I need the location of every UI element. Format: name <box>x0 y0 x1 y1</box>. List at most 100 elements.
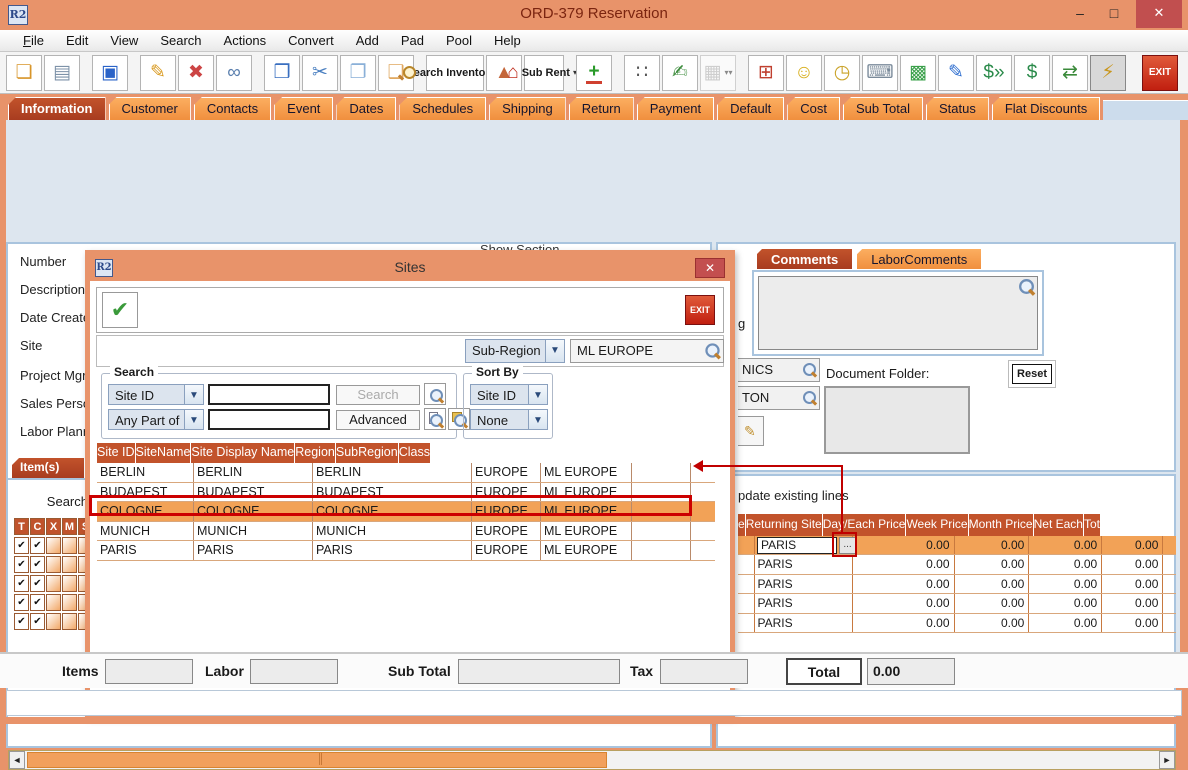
print-button[interactable]: ▤ <box>44 55 80 91</box>
edit-button[interactable]: ✎ <box>140 55 176 91</box>
magnifier-icon[interactable] <box>705 343 719 357</box>
checkbox-unchecked[interactable] <box>62 537 77 554</box>
comments-tab[interactable]: Comments <box>756 248 853 270</box>
main-tab[interactable]: Contacts <box>194 97 271 120</box>
menu-item[interactable]: Help <box>483 30 532 52</box>
folder-clock-button[interactable]: ◷ <box>824 55 860 91</box>
scroll-right-icon[interactable]: ► <box>1159 751 1175 769</box>
sort-primary-combo[interactable]: Site ID ▼ <box>470 384 548 405</box>
report-search-icon-button[interactable] <box>424 408 446 430</box>
exit-button[interactable]: EXIT <box>1142 55 1178 91</box>
accept-button[interactable]: ✔ <box>102 292 138 328</box>
menu-item[interactable]: Pad <box>390 30 435 52</box>
checkbox-unchecked[interactable] <box>46 575 61 592</box>
sub-rent-button[interactable]: ⌂Sub Rent▾▾ <box>524 55 564 91</box>
advanced-button[interactable]: Advanced <box>336 410 420 430</box>
main-tab[interactable]: Status <box>926 97 989 120</box>
magnifier-icon[interactable] <box>803 391 816 404</box>
smiley-button[interactable]: ☺ <box>786 55 822 91</box>
menu-item[interactable]: Edit <box>55 30 99 52</box>
menu-item[interactable]: Add <box>345 30 390 52</box>
checkbox-checked[interactable]: ✔ <box>14 613 29 630</box>
chevron-down-icon[interactable]: ▾▾ <box>724 69 732 76</box>
reset-button[interactable]: Reset <box>1012 364 1052 384</box>
paste-special-button[interactable]: ❒ <box>264 55 300 91</box>
search-value-input[interactable] <box>208 384 330 405</box>
advanced-value-input[interactable] <box>208 409 330 430</box>
sort-secondary-combo[interactable]: None ▼ <box>470 409 548 430</box>
checkbox-checked[interactable]: ✔ <box>14 556 29 573</box>
main-tab[interactable]: Dates <box>336 97 396 120</box>
keyboard-button[interactable]: ⌨ <box>862 55 898 91</box>
add-item-button[interactable]: + <box>576 55 612 91</box>
menu-item[interactable]: Search <box>149 30 212 52</box>
group-query-button[interactable]: ∷ <box>624 55 660 91</box>
journal-edit-button[interactable]: ✎ <box>938 55 974 91</box>
tab-items[interactable]: Item(s) <box>12 458 84 478</box>
dialog-close-button[interactable]: ✕ <box>695 258 725 278</box>
checkbox-checked[interactable]: ✔ <box>14 575 29 592</box>
main-tab[interactable]: Information <box>8 97 106 120</box>
main-tab[interactable]: Schedules <box>399 97 486 120</box>
checkbox-unchecked[interactable] <box>46 613 61 630</box>
checkbox-unchecked[interactable] <box>46 594 61 611</box>
comments-textarea[interactable] <box>758 276 1038 350</box>
magnifier-icon[interactable] <box>1019 279 1034 294</box>
lines-row[interactable]: PARIS 0.00 0.00 0.00 0.00 <box>738 614 1176 633</box>
checkbox-checked[interactable]: ✔ <box>30 537 45 554</box>
chevron-down-icon[interactable]: ▼ <box>184 409 204 430</box>
checkbox-unchecked[interactable] <box>46 556 61 573</box>
truck-button[interactable]: ⇄ <box>1052 55 1088 91</box>
minimize-button[interactable]: – <box>1066 0 1094 28</box>
lines-row[interactable]: PARIS 0.00 0.00 0.00 0.00 <box>738 555 1176 574</box>
main-tab[interactable]: Default <box>717 97 784 120</box>
comments-tab[interactable]: LaborComments <box>856 248 982 270</box>
blocks-button[interactable]: ▩ <box>900 55 936 91</box>
checkbox-checked[interactable]: ✔ <box>30 594 45 611</box>
dialog-exit-button[interactable]: EXIT <box>685 295 715 325</box>
menu-item[interactable]: View <box>99 30 149 52</box>
main-tab[interactable]: Customer <box>109 97 191 120</box>
checkbox-checked[interactable]: ✔ <box>14 537 29 554</box>
chevron-down-icon[interactable]: ▼ <box>528 409 548 430</box>
main-tab[interactable]: Event <box>274 97 333 120</box>
menu-item[interactable]: Actions <box>213 30 278 52</box>
checkbox-unchecked[interactable] <box>62 575 77 592</box>
checkbox-unchecked[interactable] <box>62 613 77 630</box>
search-button[interactable]: Search <box>336 385 420 405</box>
magnifier-icon[interactable] <box>803 363 816 376</box>
delete-button[interactable]: ✖ <box>178 55 214 91</box>
chevron-down-icon[interactable]: ▼ <box>528 384 548 405</box>
close-button[interactable]: ✕ <box>1136 0 1182 28</box>
person-search-icon-button[interactable] <box>424 383 446 405</box>
checkbox-unchecked[interactable] <box>62 594 77 611</box>
division-field[interactable]: NICS <box>738 358 820 382</box>
subregion-filter-input[interactable]: ML EUROPE <box>570 339 724 363</box>
org-chart-button[interactable]: ⊞ <box>748 55 784 91</box>
calendar-button[interactable]: ▦▾▾ <box>700 55 736 91</box>
main-tab[interactable]: Cost <box>787 97 840 120</box>
menu-item[interactable]: File <box>12 30 55 52</box>
checkbox-checked[interactable]: ✔ <box>30 575 45 592</box>
main-tab[interactable]: Shipping <box>489 97 566 120</box>
maximize-button[interactable]: □ <box>1100 0 1128 28</box>
checkbox-unchecked[interactable] <box>62 556 77 573</box>
money-note-button[interactable]: $ <box>1014 55 1050 91</box>
sites-row[interactable]: MUNICH MUNICH MUNICH EUROPE ML EUROPE <box>97 522 715 542</box>
main-tab[interactable]: Sub Total <box>843 97 923 120</box>
lines-row[interactable]: PARIS 0.00 0.00 0.00 0.00 <box>738 575 1176 594</box>
main-tab[interactable]: Return <box>569 97 634 120</box>
sites-row[interactable]: PARIS PARIS PARIS EUROPE ML EUROPE <box>97 541 715 561</box>
returning-site-input[interactable]: PARIS <box>757 537 837 554</box>
main-tab[interactable]: Flat Discounts <box>992 97 1100 120</box>
scrollbar-thumb[interactable] <box>27 752 607 768</box>
checkbox-unchecked[interactable] <box>46 537 61 554</box>
quick-access-button[interactable]: ⚡ <box>1090 55 1126 91</box>
save-button[interactable]: ▣ <box>92 55 128 91</box>
subregion-combo[interactable]: Sub-Region ▼ <box>465 339 565 363</box>
search-field-combo[interactable]: Site ID ▼ <box>108 384 204 405</box>
chevron-down-icon[interactable]: ▼ <box>545 339 565 363</box>
checkbox-checked[interactable]: ✔ <box>30 556 45 573</box>
horizontal-scrollbar[interactable]: ◄ ► <box>8 750 1176 770</box>
copy-button[interactable]: ❐ <box>340 55 376 91</box>
